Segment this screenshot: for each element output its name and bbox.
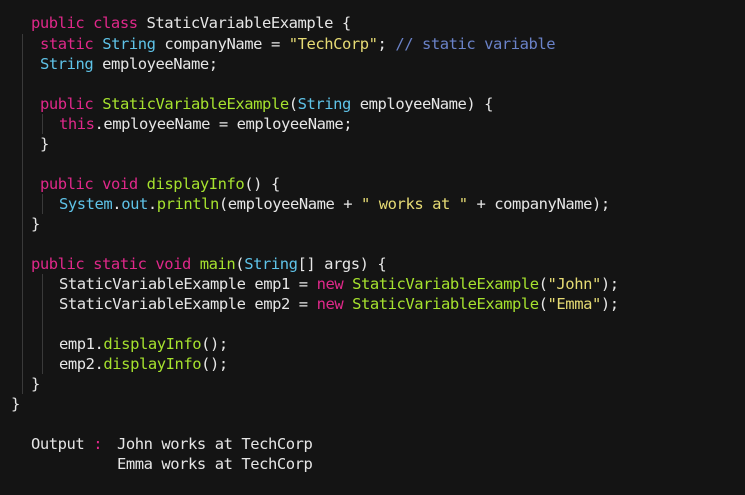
type-name: String	[102, 35, 156, 53]
code-text: .	[147, 195, 157, 213]
output-label-text: Output	[31, 435, 85, 453]
code-text: emp1.	[59, 335, 104, 353]
string-literal: "TechCorp"	[288, 35, 378, 53]
closing-brace: }	[40, 135, 49, 153]
code-text: );	[600, 295, 619, 313]
keyword: new	[316, 275, 344, 293]
code-line-5: this.employeeName = employeeName;	[59, 114, 353, 134]
code-text: (	[538, 275, 548, 293]
code-text: );	[600, 275, 619, 293]
code-line-2: static String companyName = "TechCorp"; …	[40, 34, 556, 54]
keyword: public static void	[31, 255, 191, 273]
code-line-15: }	[31, 374, 40, 394]
keyword: public class	[31, 14, 138, 32]
function-name: StaticVariableExample	[102, 95, 289, 113]
indent-guide	[42, 194, 43, 214]
code-line-6: }	[40, 134, 49, 154]
code-text: () {	[244, 175, 280, 193]
code-text: employeeName;	[93, 55, 218, 73]
code-text: companyName =	[155, 35, 289, 53]
keyword: new	[316, 295, 344, 313]
output-line-2: Emma works at TechCorp	[117, 455, 313, 473]
code-line-8: System.out.println(employeeName + " work…	[59, 194, 610, 214]
code-line-4: public StaticVariableExample(String empl…	[40, 94, 493, 114]
code-text: .employeeName = employeeName;	[94, 115, 353, 133]
keyword: static	[40, 35, 94, 53]
closing-brace: }	[31, 215, 40, 233]
code-line-13: emp1.displayInfo();	[59, 334, 228, 354]
code-text: StaticVariableExample emp1 =	[59, 275, 317, 293]
function-name: displayInfo	[146, 175, 245, 193]
indent-guide	[42, 274, 43, 374]
code-text: StaticVariableExample emp2 =	[59, 295, 317, 313]
code-text: [] args) {	[297, 255, 387, 273]
indent-guide	[42, 114, 43, 134]
keyword: public void	[40, 175, 138, 193]
function-name: displayInfo	[103, 355, 202, 373]
code-text: (	[288, 95, 298, 113]
keyword: public	[40, 95, 94, 113]
closing-brace: }	[11, 395, 20, 413]
function-name: StaticVariableExample	[352, 295, 539, 313]
function-name: main	[199, 255, 236, 273]
code-line-1: public class StaticVariableExample {	[31, 13, 351, 33]
code-text: ;	[377, 35, 396, 53]
closing-brace: }	[31, 375, 40, 393]
code-line-11: StaticVariableExample emp1 = new StaticV…	[59, 274, 619, 294]
string-literal: "John"	[547, 275, 602, 293]
code-line-12: StaticVariableExample emp2 = new StaticV…	[59, 294, 619, 314]
keyword: this	[59, 115, 95, 133]
output-label: Output :	[31, 434, 103, 454]
code-editor[interactable]: public class StaticVariableExample { sta…	[0, 0, 745, 495]
function-name: displayInfo	[103, 335, 202, 353]
code-text: employeeName) {	[350, 95, 494, 113]
code-line-14: emp2.displayInfo();	[59, 354, 228, 374]
code-text: + companyName);	[467, 195, 611, 213]
type-name: System	[59, 195, 113, 213]
code-text: (employeeName +	[218, 195, 362, 213]
indent-guide	[22, 34, 23, 394]
code-text: emp2.	[59, 355, 104, 373]
code-line-9: }	[31, 214, 40, 234]
code-text: ();	[201, 355, 228, 373]
class-name: StaticVariableExample {	[137, 14, 351, 32]
type-name: String	[297, 95, 352, 113]
code-text: ();	[201, 335, 228, 353]
code-text: (	[235, 255, 245, 273]
code-text: .	[112, 195, 122, 213]
string-literal: "Emma"	[547, 295, 602, 313]
code-line-16: }	[11, 394, 20, 414]
code-line-10: public static void main(String[] args) {	[31, 254, 387, 274]
type-name: out	[121, 195, 148, 213]
function-name: StaticVariableExample	[352, 275, 539, 293]
output-line-1: John works at TechCorp	[117, 435, 313, 453]
type-name: String	[244, 255, 298, 273]
type-name: String	[40, 55, 94, 73]
code-text: (	[538, 295, 548, 313]
code-line-7: public void displayInfo() {	[40, 174, 280, 194]
output-colon: :	[93, 435, 103, 453]
code-comment: // static variable	[395, 35, 556, 53]
string-literal: " works at "	[361, 195, 468, 213]
code-line-3: String employeeName;	[40, 54, 218, 74]
function-name: println	[156, 195, 220, 213]
